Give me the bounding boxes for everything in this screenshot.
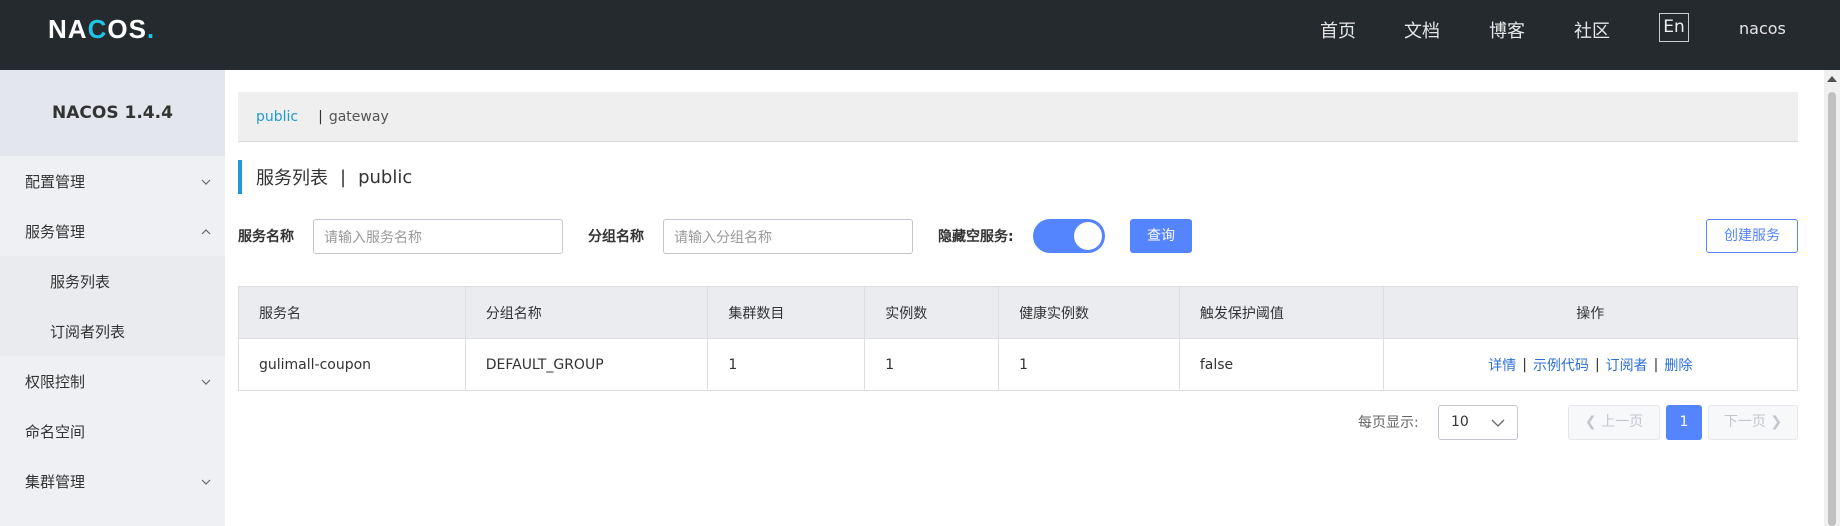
nacos-logo[interactable]: NACOS. <box>48 14 156 44</box>
chevron-down-icon <box>199 174 213 188</box>
chevron-down-icon <box>199 474 213 488</box>
namespace-gateway[interactable]: gateway <box>329 109 389 125</box>
sidebar-item-namespace[interactable]: 命名空间 <box>0 406 225 456</box>
action-separator: | <box>1653 356 1659 373</box>
action-separator: | <box>1522 356 1527 373</box>
sidebar-item-label: 集群管理 <box>25 472 86 491</box>
namespace-public[interactable]: public <box>256 109 298 125</box>
sidebar-item-service-list[interactable]: 服务列表 <box>0 256 225 306</box>
logo-text-right: OS <box>107 14 147 44</box>
per-page-label: 每页显示: <box>1358 415 1419 431</box>
column-header-service: 服务名 <box>239 287 466 338</box>
column-header-clusters: 集群数目 <box>708 287 866 338</box>
group-name-label: 分组名称 <box>588 229 644 245</box>
cell-instances: 1 <box>865 339 1000 390</box>
group-name-input[interactable] <box>663 219 913 254</box>
chevron-down-icon <box>199 374 213 388</box>
sidebar-item-label: 订阅者列表 <box>50 322 126 341</box>
cell-clusters: 1 <box>708 339 866 390</box>
language-toggle-button[interactable]: En <box>1659 13 1689 42</box>
nav-home[interactable]: 首页 <box>1320 17 1356 43</box>
column-header-healthy: 健康实例数 <box>999 287 1180 338</box>
action-details-link[interactable]: 详情 <box>1488 355 1516 375</box>
chevron-right-icon: ❯ <box>1770 414 1783 430</box>
sidebar-item-config-management[interactable]: 配置管理 <box>0 156 225 206</box>
prev-page-button[interactable]: ❮ 上一页 <box>1568 405 1660 440</box>
hide-empty-toggle[interactable] <box>1033 219 1105 253</box>
action-subscribers-link[interactable]: 订阅者 <box>1606 355 1648 375</box>
logo-dot: . <box>146 14 156 44</box>
namespace-bar: public | gateway <box>238 92 1798 142</box>
hide-empty-label: 隐藏空服务: <box>938 229 1014 245</box>
action-sample-code-link[interactable]: 示例代码 <box>1533 355 1589 375</box>
nav-blog[interactable]: 博客 <box>1489 17 1525 43</box>
chevron-left-icon: ❮ <box>1584 414 1597 430</box>
page-scrollbar[interactable] <box>1824 70 1840 526</box>
page-1-button[interactable]: 1 <box>1666 405 1702 440</box>
column-header-group: 分组名称 <box>466 287 709 338</box>
cell-service: gulimall-coupon <box>239 339 466 390</box>
sidebar-version-title: NACOS 1.4.4 <box>0 70 225 156</box>
sidebar-item-access-control[interactable]: 权限控制 <box>0 356 225 406</box>
page-title-namespace: public <box>358 166 413 188</box>
column-header-threshold: 触发保护阈值 <box>1180 287 1384 338</box>
scrollbar-thumb[interactable] <box>1828 92 1836 526</box>
toggle-knob <box>1074 222 1102 250</box>
action-delete-link[interactable]: 删除 <box>1664 355 1692 375</box>
page-title: 服务列表 | public <box>238 160 412 194</box>
filter-row: 服务名称 分组名称 隐藏空服务: 查询 创建服务 <box>238 219 1798 255</box>
nav-community[interactable]: 社区 <box>1574 17 1610 43</box>
next-page-button[interactable]: 下一页 ❯ <box>1708 405 1798 440</box>
service-name-input[interactable] <box>313 219 563 254</box>
column-header-instances: 实例数 <box>865 287 1000 338</box>
sidebar-item-service-management[interactable]: 服务管理 <box>0 206 225 256</box>
per-page-select[interactable]: 10 <box>1438 405 1518 440</box>
cell-actions: 详情 | 示例代码 | 订阅者 | 删除 <box>1384 339 1797 390</box>
sidebar-item-label: 权限控制 <box>25 372 86 391</box>
cell-threshold: false <box>1180 339 1384 390</box>
chevron-up-icon <box>199 224 213 238</box>
service-table: 服务名 分组名称 集群数目 实例数 健康实例数 触发保护阈值 操作 gulima… <box>238 286 1798 391</box>
table-row: gulimall-coupon DEFAULT_GROUP 1 1 1 fals… <box>239 339 1797 390</box>
cell-group: DEFAULT_GROUP <box>466 339 709 390</box>
namespace-separator: | <box>318 108 323 125</box>
page-title-text: 服务列表 <box>256 168 328 189</box>
logo-text-left: NA <box>48 14 88 44</box>
create-service-button[interactable]: 创建服务 <box>1706 219 1798 253</box>
sidebar-item-subscriber-list[interactable]: 订阅者列表 <box>0 306 225 356</box>
query-button[interactable]: 查询 <box>1130 219 1192 253</box>
sidebar-item-cluster-management[interactable]: 集群管理 <box>0 456 225 506</box>
chevron-down-icon <box>1491 406 1505 440</box>
service-name-label: 服务名称 <box>238 229 294 245</box>
sidebar-item-label: 配置管理 <box>25 172 86 191</box>
per-page-value: 10 <box>1451 414 1469 430</box>
main-content: public | gateway 服务列表 | public 服务名称 分组名称… <box>238 70 1798 526</box>
sidebar: NACOS 1.4.4 配置管理 服务管理 服务列表 订阅者列表 权限控制 命名… <box>0 70 225 526</box>
nav-docs[interactable]: 文档 <box>1404 17 1440 43</box>
sidebar-item-label: 服务列表 <box>50 272 111 291</box>
action-separator: | <box>1594 356 1600 373</box>
scroll-up-arrow-icon[interactable] <box>1827 76 1837 82</box>
sidebar-item-label: 命名空间 <box>25 422 86 441</box>
prev-page-label: 上一页 <box>1601 414 1644 430</box>
page-title-separator: | <box>340 166 347 188</box>
sidebar-item-label: 服务管理 <box>25 222 86 241</box>
user-name[interactable]: nacos <box>1739 19 1786 38</box>
column-header-actions: 操作 <box>1576 305 1605 322</box>
table-header: 服务名 分组名称 集群数目 实例数 健康实例数 触发保护阈值 操作 <box>239 287 1797 339</box>
cell-healthy: 1 <box>999 339 1180 390</box>
next-page-label: 下一页 <box>1723 414 1766 430</box>
top-navbar: NACOS. 首页 文档 博客 社区 En nacos <box>0 0 1840 70</box>
logo-text-accent: C <box>87 14 108 44</box>
